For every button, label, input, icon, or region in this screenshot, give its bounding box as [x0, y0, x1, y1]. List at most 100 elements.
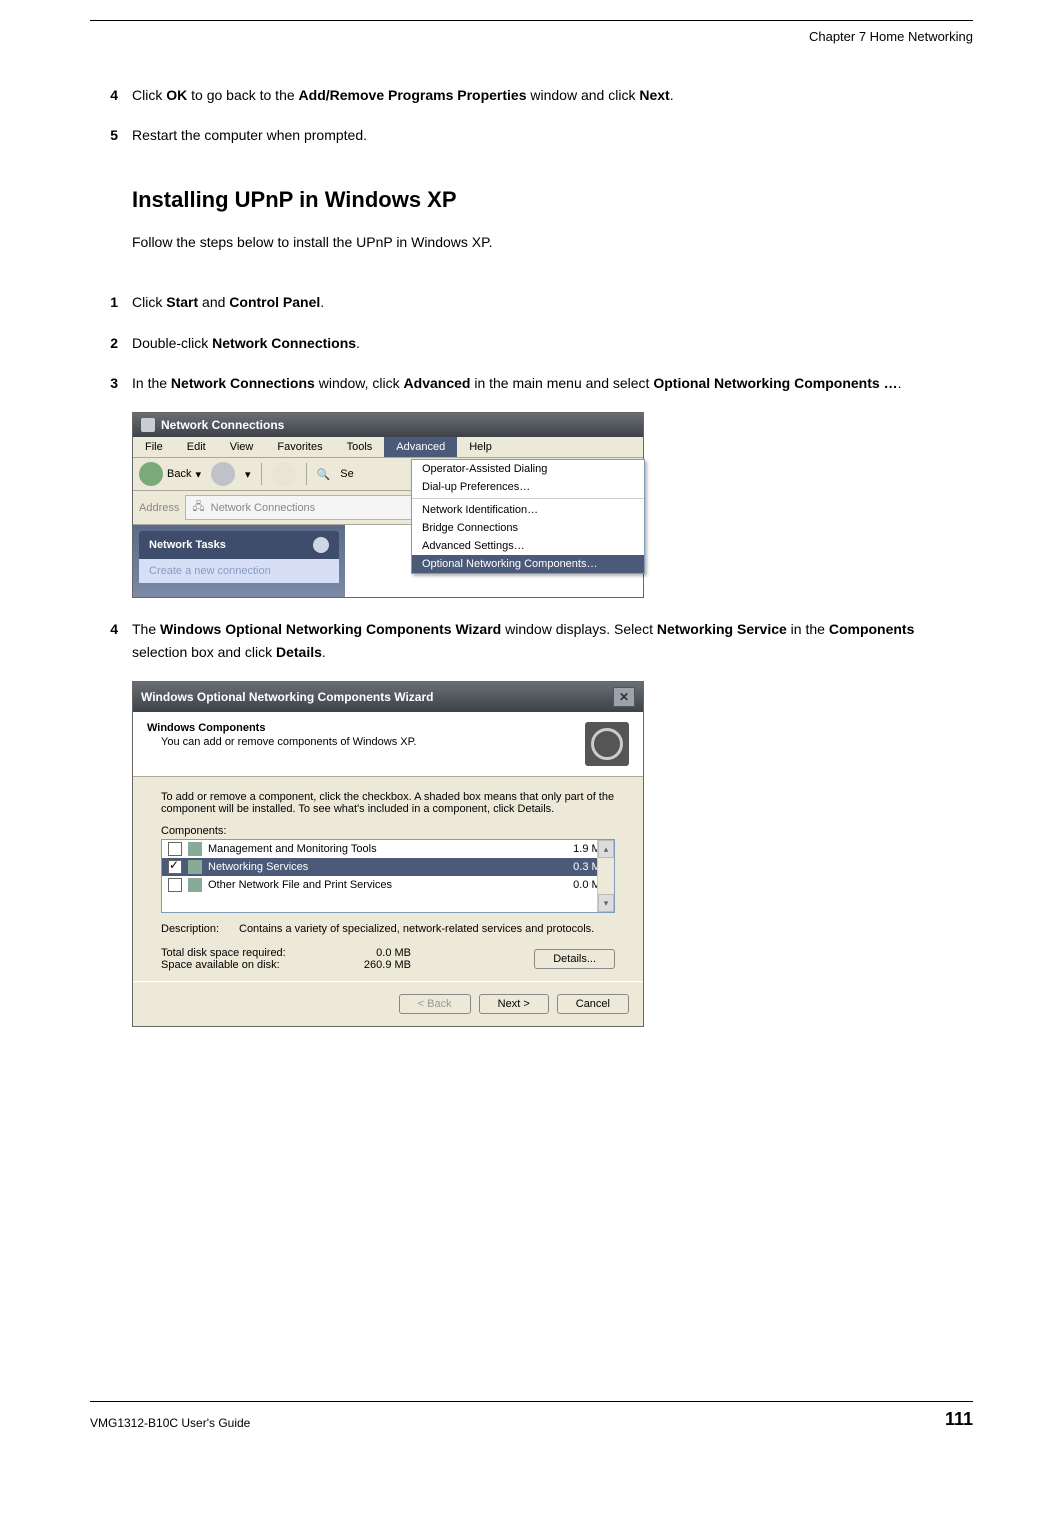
wiz-header: Windows Components You can add or remove… — [133, 712, 643, 777]
back-button[interactable]: Back ▾ — [139, 462, 201, 486]
up-button[interactable] — [272, 462, 296, 486]
component-row-mgmt[interactable]: Management and Monitoring Tools 1.9 MB — [162, 840, 614, 858]
page-footer: VMG1312-B10C User's Guide 111 — [90, 1409, 973, 1430]
dropdown-arrow-icon: ▾ — [245, 468, 251, 481]
step-number: 1 — [90, 291, 118, 313]
footer-page-number: 111 — [945, 1409, 973, 1430]
step-text: Click OK to go back to the Add/Remove Pr… — [132, 84, 973, 106]
components-listbox[interactable]: Management and Monitoring Tools 1.9 MB N… — [161, 839, 615, 913]
footer-guide-name: VMG1312-B10C User's Guide — [90, 1416, 250, 1430]
checkbox[interactable] — [168, 860, 182, 874]
stat-available-label: Space available on disk: — [161, 959, 341, 971]
dd-operator-assisted[interactable]: Operator-Assisted Dialing — [412, 460, 644, 478]
step-number: 3 — [90, 372, 118, 394]
wiz-body: To add or remove a component, click the … — [133, 777, 643, 981]
component-icon — [188, 878, 202, 892]
menu-favorites[interactable]: Favorites — [265, 437, 334, 457]
forward-button[interactable] — [211, 462, 235, 486]
dd-separator — [412, 498, 644, 499]
section-heading: Installing UPnP in Windows XP — [132, 187, 973, 213]
step-4-xp: 4 The Windows Optional Networking Compon… — [90, 618, 973, 663]
window-network-connections: Network Connections File Edit View Favor… — [132, 412, 644, 598]
description-label: Description: — [161, 923, 231, 935]
cancel-button[interactable]: Cancel — [557, 994, 629, 1014]
component-row-other[interactable]: Other Network File and Print Services 0.… — [162, 876, 614, 894]
stat-available-value: 260.9 MB — [341, 959, 411, 971]
network-tasks-list: Create a new connection — [139, 559, 339, 583]
wiz-description: Description: Contains a variety of speci… — [161, 923, 615, 935]
step-text: In the Network Connections window, click… — [132, 372, 973, 394]
nc-menubar: File Edit View Favorites Tools Advanced … — [133, 437, 643, 458]
collapse-icon — [313, 537, 329, 553]
address-icon: 🖧 — [192, 498, 204, 517]
menu-edit[interactable]: Edit — [175, 437, 218, 457]
menu-view[interactable]: View — [218, 437, 266, 457]
component-icon — [188, 860, 202, 874]
address-label: Address — [139, 502, 179, 514]
next-button[interactable]: Next > — [479, 994, 549, 1014]
components-label: Components: — [161, 825, 615, 837]
figure-network-connections: Network Connections File Edit View Favor… — [132, 412, 973, 598]
separator — [261, 463, 262, 485]
wiz-footer: < Back Next > Cancel — [133, 981, 643, 1026]
dropdown-arrow-icon: ▾ — [195, 468, 201, 481]
back-icon — [139, 462, 163, 486]
dd-network-id[interactable]: Network Identification… — [412, 501, 644, 519]
step-number: 4 — [90, 84, 118, 106]
step-text: Double-click Network Connections. — [132, 332, 973, 354]
stat-required-label: Total disk space required: — [161, 947, 341, 959]
address-value: Network Connections — [211, 502, 316, 514]
advanced-dropdown-menu: Operator-Assisted Dialing Dial-up Prefer… — [411, 459, 645, 574]
step-5-top: 5 Restart the computer when prompted. — [90, 124, 973, 146]
checkbox[interactable] — [168, 878, 182, 892]
description-text: Contains a variety of specialized, netwo… — [239, 923, 594, 935]
step-number: 5 — [90, 124, 118, 146]
wiz-header-subtitle: You can add or remove components of Wind… — [161, 736, 417, 748]
network-tasks-header[interactable]: Network Tasks — [139, 531, 339, 559]
wiz-title: Windows Optional Networking Components W… — [141, 690, 433, 704]
step-3-xp: 3 In the Network Connections window, cli… — [90, 372, 973, 394]
scrollbar[interactable]: ▴ ▾ — [597, 840, 614, 912]
dd-adv-settings[interactable]: Advanced Settings… — [412, 537, 644, 555]
component-icon — [188, 842, 202, 856]
window-wizard: Windows Optional Networking Components W… — [132, 681, 644, 1027]
dd-optional-networking[interactable]: Optional Networking Components… — [412, 555, 644, 573]
wiz-titlebar: Windows Optional Networking Components W… — [133, 682, 643, 712]
stat-required-value: 0.0 MB — [341, 947, 411, 959]
step-text: Restart the computer when prompted. — [132, 124, 973, 146]
step-number: 4 — [90, 618, 118, 663]
wiz-header-title: Windows Components — [147, 722, 417, 734]
step-4-top: 4 Click OK to go back to the Add/Remove … — [90, 84, 973, 106]
nc-sidepanel: Network Tasks Create a new connection — [133, 525, 345, 597]
menu-help[interactable]: Help — [457, 437, 504, 457]
section-intro: Follow the steps below to install the UP… — [132, 231, 973, 253]
window-icon — [141, 418, 155, 432]
step-text: The Windows Optional Networking Componen… — [132, 618, 973, 663]
wiz-instruction: To add or remove a component, click the … — [161, 791, 615, 815]
menu-tools[interactable]: Tools — [335, 437, 385, 457]
nc-title: Network Connections — [161, 418, 284, 432]
scroll-down-icon[interactable]: ▾ — [598, 894, 614, 912]
checkbox[interactable] — [168, 842, 182, 856]
search-icon: 🔍 — [317, 468, 331, 481]
figure-components-wizard: Windows Optional Networking Components W… — [132, 681, 973, 1027]
footer-rule — [90, 1401, 973, 1402]
step-2-xp: 2 Double-click Network Connections. — [90, 332, 973, 354]
dd-dialup-prefs[interactable]: Dial-up Preferences… — [412, 478, 644, 496]
wiz-disk-stats: Total disk space required: 0.0 MB Space … — [161, 947, 534, 971]
component-row-networking[interactable]: Networking Services 0.3 MB — [162, 858, 614, 876]
top-rule — [90, 20, 973, 21]
scroll-up-icon[interactable]: ▴ — [598, 840, 614, 858]
back-button: < Back — [399, 994, 471, 1014]
close-button[interactable]: ✕ — [613, 687, 635, 707]
chapter-header: Chapter 7 Home Networking — [90, 29, 973, 44]
nc-titlebar: Network Connections — [133, 413, 643, 437]
step-number: 2 — [90, 332, 118, 354]
menu-advanced[interactable]: Advanced — [384, 437, 457, 457]
task-create-connection[interactable]: Create a new connection — [149, 565, 271, 577]
menu-file[interactable]: File — [133, 437, 175, 457]
search-label-partial: Se — [340, 468, 353, 480]
cd-icon — [585, 722, 629, 766]
dd-bridge-conn[interactable]: Bridge Connections — [412, 519, 644, 537]
details-button[interactable]: Details... — [534, 949, 615, 969]
